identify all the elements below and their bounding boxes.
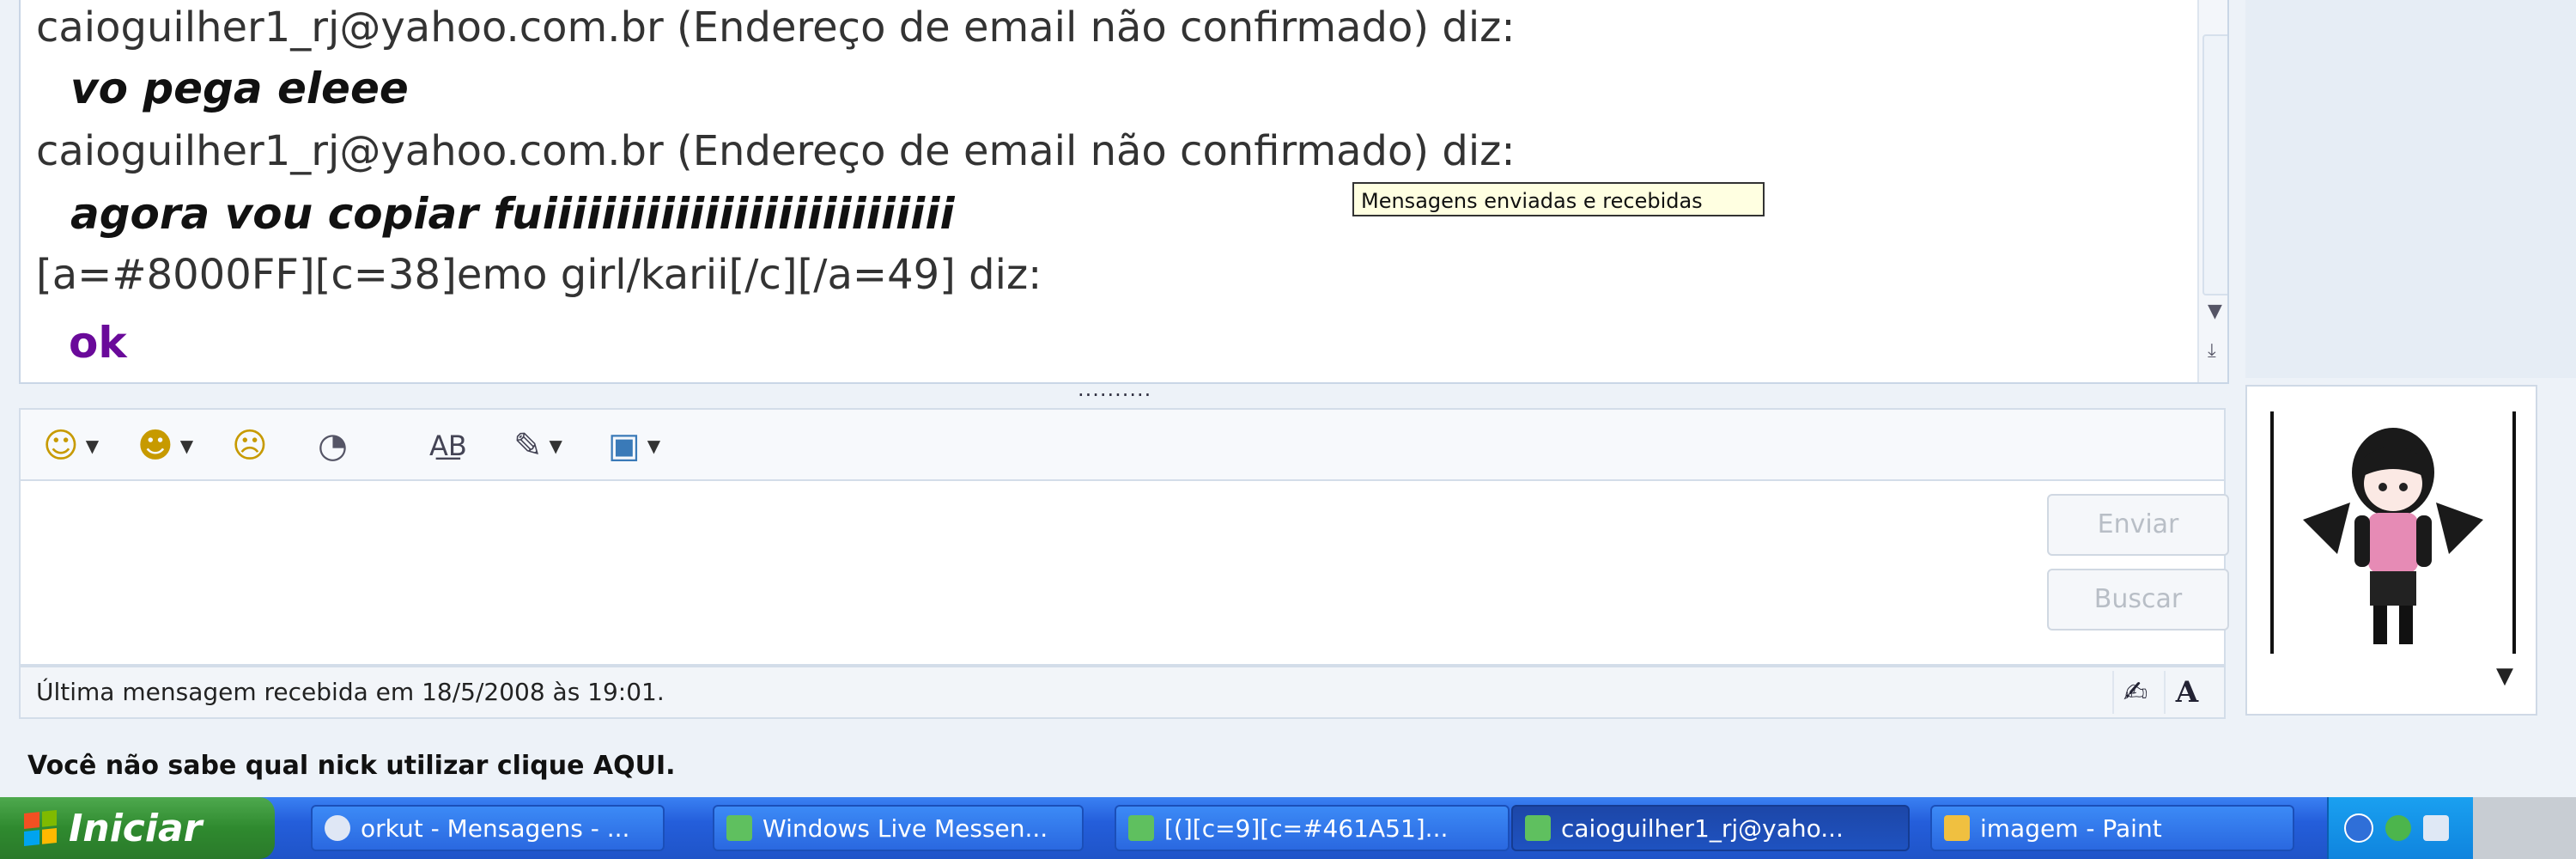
chevron-down-icon[interactable]: ▼ <box>180 436 193 456</box>
chevron-down-icon[interactable]: ▼ <box>647 436 660 456</box>
network-tray-icon[interactable] <box>2423 815 2449 841</box>
conversation-history: caioguilher1_rj@yahoo.com.br (Endereço d… <box>19 0 2229 384</box>
voice-clip-icon[interactable]: ◔ <box>318 422 348 469</box>
font-style-button[interactable]: A <box>2164 671 2208 714</box>
start-label: Iniciar <box>69 806 203 850</box>
tooltip: Mensagens enviadas e recebidas <box>1352 182 1765 216</box>
scroll-end-icon[interactable]: ⤓ <box>2208 342 2216 361</box>
status-bar: Última mensagem recebida em 18/5/2008 às… <box>19 666 2226 719</box>
message-text: agora vou copiar fuiiiiiiiiiiiiiiiiiiiii… <box>70 189 955 239</box>
windows-logo-icon <box>24 810 57 846</box>
taskbar-item-label: imagem - Paint <box>1980 813 2162 843</box>
picture-icon[interactable]: ▣ ▼ <box>608 422 660 469</box>
nick-help-link[interactable]: Você não sabe qual nick utilizar clique … <box>27 751 676 781</box>
taskbar-item-label: caioguilher1_rj@yaho... <box>1561 813 1844 843</box>
clock-area[interactable] <box>2473 797 2576 859</box>
scrollbar-thumb[interactable] <box>2202 34 2227 295</box>
message-header: caioguilher1_rj@yahoo.com.br (Endereço d… <box>36 3 1516 52</box>
taskbar-item-chat-1[interactable]: [(][c=9][c=#461A51]... <box>1115 805 1510 851</box>
resize-grip-icon[interactable]: ·········· <box>1078 385 1151 405</box>
contact-avatar-frame: ▼ <box>2245 385 2537 716</box>
taskbar: Iniciar orkut - Mensagens - ... Windows … <box>0 797 2576 859</box>
contact-panel-background <box>2245 0 2576 378</box>
message-input[interactable]: Enviar Buscar <box>19 481 2229 666</box>
taskbar-item-orkut[interactable]: orkut - Mensagens - ... <box>311 805 665 851</box>
taskbar-item-paint[interactable]: imagem - Paint <box>1930 805 2294 851</box>
send-button[interactable]: Enviar <box>2047 494 2229 556</box>
browser-icon <box>325 815 350 841</box>
message-text: ok <box>69 318 127 368</box>
search-button[interactable]: Buscar <box>2047 569 2229 631</box>
taskbar-item-label: [(][c=9][c=#461A51]... <box>1164 813 1449 843</box>
taskbar-item-label: Windows Live Messen... <box>762 813 1048 843</box>
message-text: vo pega eleee <box>70 64 409 113</box>
taskbar-item-chat-2[interactable]: caioguilher1_rj@yaho... <box>1511 805 1910 851</box>
message-header: [a=#8000FF][c=38]emo girl/karii[/c][/a=4… <box>36 251 1042 299</box>
font-icon[interactable]: A͟B <box>429 422 467 469</box>
avatar[interactable] <box>2269 408 2518 657</box>
tray-icon[interactable] <box>2344 813 2373 843</box>
chat-icon <box>1525 815 1551 841</box>
nudge-icon[interactable]: ☹ <box>232 422 268 469</box>
messenger-icon <box>726 815 752 841</box>
message-header: caioguilher1_rj@yahoo.com.br (Endereço d… <box>36 127 1516 175</box>
messenger-tray-icon[interactable] <box>2385 815 2411 841</box>
chevron-down-icon[interactable]: ▼ <box>2496 663 2513 689</box>
start-button[interactable]: Iniciar <box>0 797 275 859</box>
paint-icon <box>1944 815 1970 841</box>
chevron-down-icon[interactable]: ▼ <box>86 436 99 456</box>
pen-icon[interactable]: ✍ <box>2112 671 2157 714</box>
scroll-down-icon[interactable]: ▼ <box>2208 302 2222 321</box>
wink-icon[interactable]: ☻ ▼ <box>137 422 193 469</box>
chat-icon <box>1128 815 1154 841</box>
taskbar-item-messenger[interactable]: Windows Live Messen... <box>713 805 1084 851</box>
chevron-down-icon[interactable]: ▼ <box>550 436 562 456</box>
smiley-icon[interactable]: ☺ ▼ <box>43 422 99 469</box>
formatting-toolbar: ☺ ▼ ☻ ▼ ☹ ◔ A͟B ✎ ▼ ▣ ▼ <box>19 408 2226 481</box>
background-icon[interactable]: ✎ ▼ <box>513 422 562 469</box>
last-message-status: Última mensagem recebida em 18/5/2008 às… <box>36 678 665 706</box>
taskbar-item-label: orkut - Mensagens - ... <box>361 813 630 843</box>
conversation-scrollbar[interactable]: ▼ ⤓ <box>2197 0 2227 382</box>
messenger-window: caioguilher1_rj@yahoo.com.br (Endereço d… <box>0 0 2576 797</box>
